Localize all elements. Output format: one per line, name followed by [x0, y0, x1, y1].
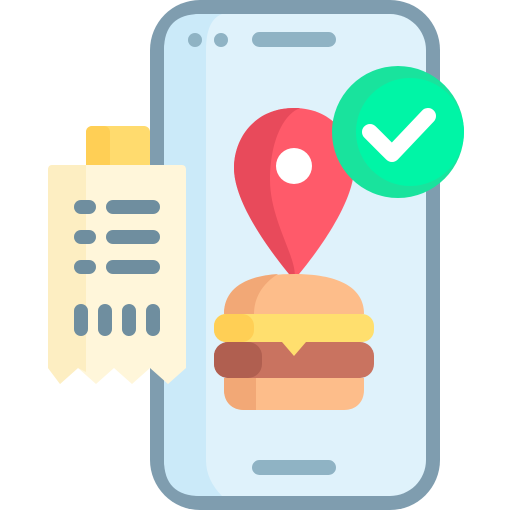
- camera-dot-icon: [188, 33, 202, 47]
- illustration-canvas: [48, 0, 464, 510]
- home-bar-icon: [252, 460, 336, 475]
- sensor-dot-icon: [214, 33, 228, 47]
- speaker-slot-icon: [252, 32, 336, 47]
- check-badge-icon: [332, 66, 464, 198]
- burger-icon: [214, 274, 374, 410]
- delivery-illustration: [0, 0, 512, 512]
